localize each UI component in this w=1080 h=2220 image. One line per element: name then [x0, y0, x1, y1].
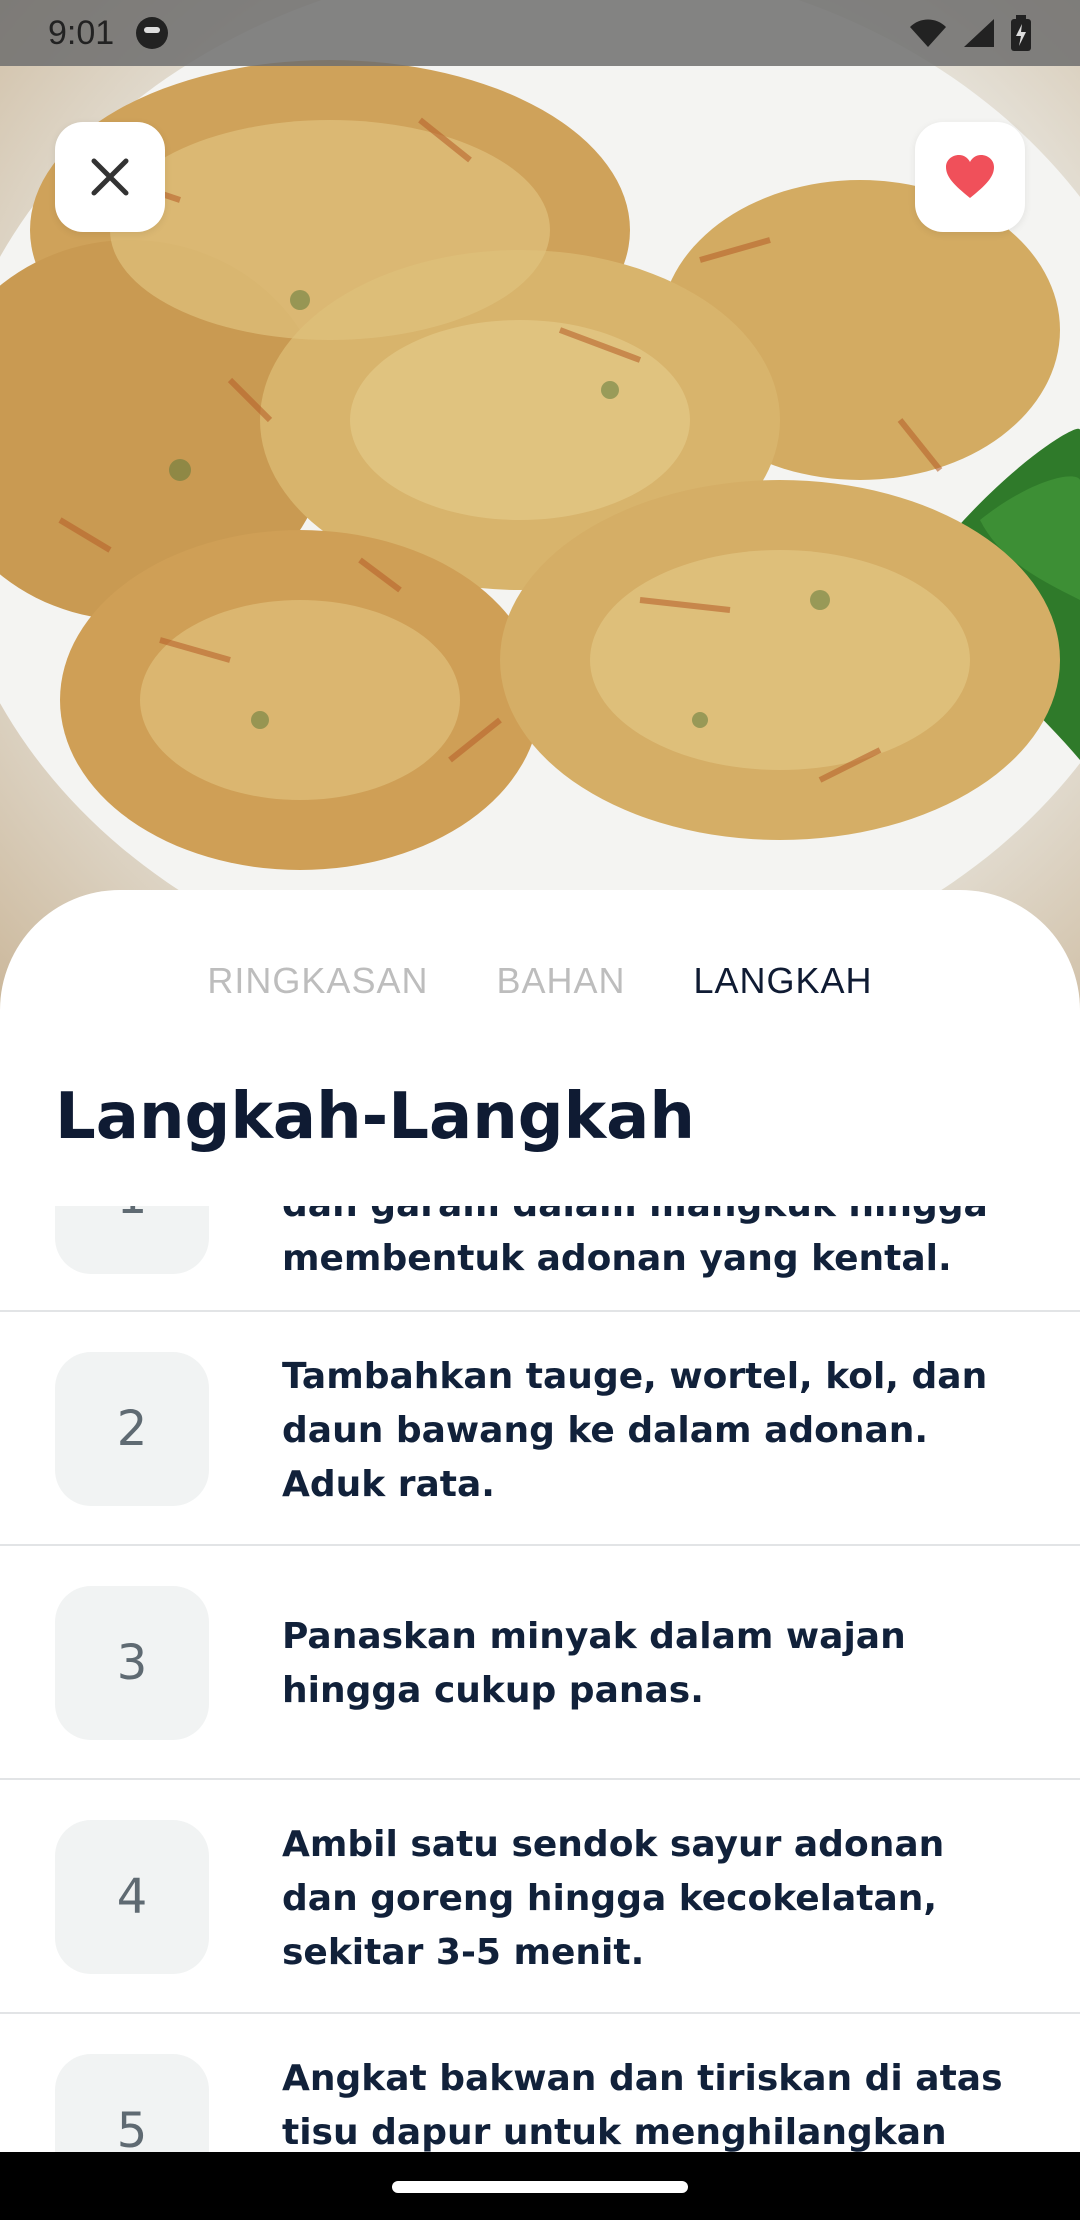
step-number-badge: 1 — [55, 1206, 209, 1274]
step-number-badge: 3 — [55, 1586, 209, 1740]
close-icon — [91, 158, 129, 196]
tab-bahan[interactable]: BAHAN — [462, 960, 659, 1002]
battery-icon — [1011, 15, 1031, 51]
step-number-badge: 5 — [55, 2054, 209, 2152]
home-gesture-handle[interactable] — [392, 2181, 688, 2193]
tab-ringkasan[interactable]: RINGKASAN — [173, 960, 462, 1002]
steps-list[interactable]: 1 dan garam dalam mangkuk hingga membent… — [0, 1206, 1080, 2152]
step-text: Panaskan minyak dalam wajan hingga cukup… — [282, 1616, 906, 1711]
tab-bar: RINGKASAN BAHAN LANGKAH — [0, 960, 1080, 1002]
face-icon — [136, 17, 169, 49]
step-text: Angkat bakwan dan tiriskan di atas tisu … — [282, 2058, 1003, 2152]
tab-langkah[interactable]: LANGKAH — [660, 960, 907, 1002]
signal-icon — [964, 19, 994, 47]
close-button[interactable] — [55, 122, 165, 232]
section-title: Langkah-Langkah — [55, 1080, 695, 1154]
step-text: Tambahkan tauge, wortel, kol, dan daun b… — [282, 1356, 988, 1505]
step-row: 4 Ambil satu sendok sayur adonan dan gor… — [0, 1780, 1080, 2014]
recipe-detail-sheet: RINGKASAN BAHAN LANGKAH Langkah-Langkah … — [0, 890, 1080, 2152]
step-text: Ambil satu sendok sayur adonan dan goren… — [282, 1824, 945, 1973]
system-navigation-bar — [0, 2152, 1080, 2220]
step-row: 3 Panaskan minyak dalam wajan hingga cuk… — [0, 1546, 1080, 1780]
step-text: dan garam dalam mangkuk hingga membentuk… — [282, 1206, 988, 1279]
favorite-button[interactable] — [915, 122, 1025, 232]
heart-icon — [946, 155, 994, 198]
step-row: 2 Tambahkan tauge, wortel, kol, dan daun… — [0, 1312, 1080, 1546]
step-row: 5 Angkat bakwan dan tiriskan di atas tis… — [0, 2014, 1080, 2152]
status-time: 9:01 — [48, 13, 115, 52]
step-number-badge: 4 — [55, 1820, 209, 1974]
wifi-icon — [910, 19, 946, 47]
step-row: 1 dan garam dalam mangkuk hingga membent… — [0, 1206, 1080, 1312]
status-bar: 9:01 — [0, 0, 1080, 66]
status-icons — [908, 15, 1032, 51]
step-number-badge: 2 — [55, 1352, 209, 1506]
